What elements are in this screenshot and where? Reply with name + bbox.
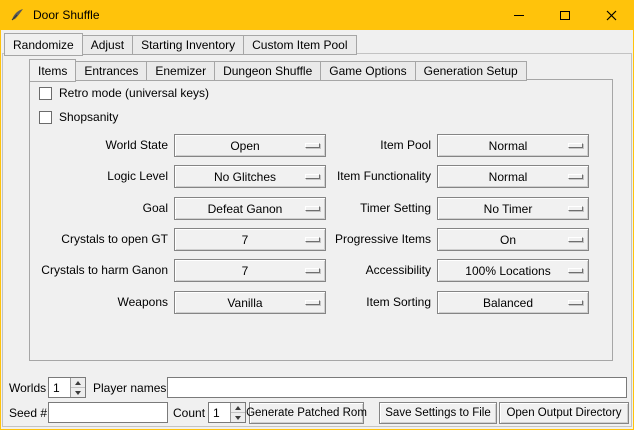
worlds-spinbox[interactable]: 1	[48, 377, 86, 398]
item-sorting-value: Balanced	[483, 296, 543, 310]
tab-starting-inventory[interactable]: Starting Inventory	[132, 35, 244, 55]
player-names-label: Player names	[93, 381, 166, 395]
count-spin-arrows	[230, 403, 245, 422]
player-names-input[interactable]	[167, 377, 627, 398]
accessibility-label: Accessibility	[303, 259, 431, 282]
tab-game-options[interactable]: Game Options	[320, 61, 415, 81]
crystals-harm-ganon-label: Crystals to harm Ganon	[33, 259, 168, 282]
save-settings-button[interactable]: Save Settings to File	[379, 402, 497, 424]
spin-up-icon[interactable]	[231, 403, 245, 413]
tab-adjust[interactable]: Adjust	[82, 35, 133, 55]
count-value: 1	[209, 403, 230, 422]
item-sorting-dropdown[interactable]: Balanced	[437, 291, 589, 314]
generate-patched-rom-button[interactable]: Generate Patched Rom	[249, 402, 364, 424]
seed-input[interactable]	[48, 402, 168, 423]
maximize-icon	[560, 11, 570, 20]
tab-items[interactable]: Items	[29, 59, 76, 82]
shopsanity-checkbox[interactable]	[39, 111, 52, 124]
window-title: Door Shuffle	[33, 8, 100, 22]
item-functionality-dropdown[interactable]: Normal	[437, 165, 589, 188]
progressive-items-label: Progressive Items	[303, 228, 431, 251]
spin-down-icon[interactable]	[71, 388, 85, 397]
tab-dungeon-shuffle[interactable]: Dungeon Shuffle	[214, 61, 321, 81]
app-icon	[9, 7, 25, 23]
spin-up-icon[interactable]	[71, 378, 85, 388]
count-label: Count	[173, 406, 205, 420]
dropdown-indicator-icon	[568, 174, 583, 179]
dropdown-indicator-icon	[568, 143, 583, 148]
progressive-items-dropdown[interactable]: On	[437, 228, 589, 251]
timer-setting-dropdown[interactable]: No Timer	[437, 197, 589, 220]
logic-level-value: No Glitches	[214, 170, 286, 184]
item-functionality-label: Item Functionality	[303, 165, 431, 188]
retro-mode-label: Retro mode (universal keys)	[59, 86, 209, 100]
item-functionality-value: Normal	[489, 170, 538, 184]
dropdown-indicator-icon	[568, 206, 583, 211]
progressive-items-value: On	[500, 233, 526, 247]
item-sorting-label: Item Sorting	[303, 291, 431, 314]
goal-label: Goal	[33, 197, 168, 220]
close-icon	[606, 10, 617, 21]
world-state-label: World State	[33, 134, 168, 157]
crystals-open-gt-value: 7	[242, 233, 259, 247]
tab-randomize[interactable]: Randomize	[4, 33, 83, 56]
retro-mode-checkbox[interactable]	[39, 87, 52, 100]
worlds-label: Worlds	[9, 381, 46, 395]
shopsanity-checkbox-row: Shopsanity	[39, 109, 118, 125]
tab-generation-setup[interactable]: Generation Setup	[415, 61, 527, 81]
tab-entrances[interactable]: Entrances	[75, 61, 147, 81]
minimize-icon	[514, 15, 524, 16]
weapons-value: Vanilla	[227, 296, 272, 310]
item-pool-value: Normal	[489, 139, 538, 153]
logic-level-label: Logic Level	[33, 165, 168, 188]
tab-custom-item-pool[interactable]: Custom Item Pool	[243, 35, 356, 55]
open-output-directory-button[interactable]: Open Output Directory	[499, 402, 629, 424]
accessibility-value: 100% Locations	[465, 264, 560, 278]
world-state-value: Open	[230, 139, 269, 153]
goal-value: Defeat Ganon	[208, 202, 293, 216]
shopsanity-label: Shopsanity	[59, 110, 118, 124]
seed-label: Seed #	[9, 406, 47, 420]
spin-down-icon[interactable]	[231, 413, 245, 422]
timer-setting-label: Timer Setting	[303, 197, 431, 220]
dropdown-indicator-icon	[568, 300, 583, 305]
accessibility-dropdown[interactable]: 100% Locations	[437, 259, 589, 282]
maximize-button[interactable]	[542, 0, 588, 30]
item-pool-dropdown[interactable]: Normal	[437, 134, 589, 157]
crystals-open-gt-label: Crystals to open GT	[33, 228, 168, 251]
crystals-harm-ganon-value: 7	[242, 264, 259, 278]
timer-setting-value: No Timer	[484, 202, 543, 216]
tab-enemizer[interactable]: Enemizer	[146, 61, 215, 81]
close-button[interactable]	[588, 0, 634, 30]
main-tabbar: Randomize Adjust Starting Inventory Cust…	[4, 33, 356, 55]
retro-mode-checkbox-row: Retro mode (universal keys)	[39, 85, 209, 101]
items-pane: Retro mode (universal keys) Shopsanity W…	[29, 79, 613, 361]
weapons-label: Weapons	[33, 291, 168, 314]
worlds-value: 1	[49, 378, 70, 397]
app-window: Door Shuffle Randomize Adjust Starting I…	[0, 0, 634, 430]
randomize-pane: Items Entrances Enemizer Dungeon Shuffle…	[2, 53, 632, 427]
dropdown-indicator-icon	[568, 237, 583, 242]
count-spinbox[interactable]: 1	[208, 402, 246, 423]
randomize-sub-tabbar: Items Entrances Enemizer Dungeon Shuffle…	[29, 59, 526, 81]
titlebar[interactable]: Door Shuffle	[0, 0, 634, 30]
client-area: Randomize Adjust Starting Inventory Cust…	[1, 30, 633, 429]
item-pool-label: Item Pool	[303, 134, 431, 157]
minimize-button[interactable]	[496, 0, 542, 30]
worlds-spin-arrows	[70, 378, 85, 397]
dropdown-indicator-icon	[568, 268, 583, 273]
